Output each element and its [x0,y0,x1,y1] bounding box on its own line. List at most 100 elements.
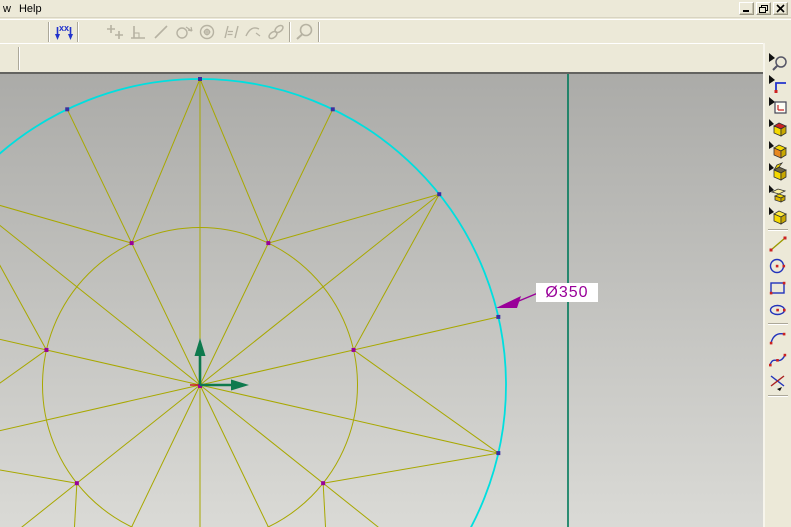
view-cube-front-button[interactable] [766,117,790,139]
view-cube-button[interactable] [766,205,790,227]
normal-to-icon [769,75,786,93]
sketch-point-outer [65,107,70,112]
minimize-button[interactable] [739,2,754,15]
parallel-relation-icon [223,25,239,38]
perpendicular-relation-button[interactable] [126,21,149,43]
application-window: w Help xx Ø350 [0,0,791,527]
radial-spoke [199,316,499,386]
sketch-plane-button[interactable] [766,95,790,117]
toolbar-separator [768,229,788,231]
view-box-open-icon [769,162,787,181]
view-cube-front-icon [769,119,787,137]
arc-tool-icon [769,332,786,345]
tooth-edge [0,469,77,484]
diameter-dimension-label[interactable]: Ø350 [536,283,598,302]
sketch-point-inner [266,241,271,246]
sketch-point-outer [496,314,501,319]
restore-icon [759,4,768,13]
concentric-relation-button[interactable] [195,21,218,43]
rectangle-tool-button[interactable] [766,277,790,299]
sketch-point-inner [129,241,134,246]
origin-y-arrowhead [194,338,206,356]
menu-item-partial[interactable]: w [0,1,17,17]
tangent-arc-relation-icon [244,26,260,36]
graphics-viewport[interactable]: Ø350 [0,74,763,527]
add-relations-icon [106,24,123,39]
circle-tool-button[interactable] [766,255,790,277]
attach-relation-icon [267,24,284,39]
tooth-edge [0,349,47,384]
smart-dimension-button[interactable]: xx [52,21,75,43]
trim-tool-button[interactable] [766,371,790,393]
add-relations-button[interactable] [103,21,126,43]
radial-spoke [199,384,269,527]
radial-spoke [131,384,201,527]
menu-bar: w Help [0,0,791,18]
tangent-relation-button[interactable] [172,21,195,43]
toolbar-separator [48,21,50,42]
line-tool-button[interactable] [766,233,790,255]
magnifier-button[interactable] [293,21,316,43]
circle-tool-icon [769,258,786,274]
radial-spoke [0,384,201,432]
tooth-edge [268,193,440,244]
line-relation-icon [153,24,168,39]
toolbar-separator [77,21,79,42]
magnifier-icon [295,23,312,40]
diameter-circle [0,78,507,527]
view-cube-shaded-button[interactable] [766,139,790,161]
sketch-point-outer [496,451,501,456]
menu-item-help[interactable]: Help [17,1,48,17]
attach-relation-button[interactable] [264,21,287,43]
sketch-canvas[interactable] [0,74,763,527]
line-tool-icon [769,236,787,252]
sketch-point-inner [74,481,79,486]
view-plate-cube-icon [769,185,787,203]
close-icon [776,3,785,13]
sketch-point-inner [44,347,49,352]
zoom-to-selection-button[interactable] [766,51,790,73]
spline-tool-button[interactable] [766,349,790,371]
sketch-point-outer [198,77,202,81]
concentric-relation-icon [199,24,214,39]
origin-x-arrowhead [231,379,249,391]
toolbar-separator [768,395,788,397]
tooth-edge [323,452,499,484]
radial-spoke [66,109,201,386]
tangent-arc-relation-button[interactable] [241,21,264,43]
parallel-relation-button[interactable] [218,21,241,43]
toolbar-separator [289,21,291,42]
normal-to-button[interactable] [766,73,790,95]
line-relation-button[interactable] [149,21,172,43]
view-cube-icon [769,207,787,225]
radial-spoke [199,384,499,454]
tooth-edge [353,193,440,351]
tangent-relation-icon [175,26,193,39]
sketch-toolbar [763,43,791,527]
restore-button[interactable] [756,2,771,15]
sketch-point-outer [437,192,442,197]
close-button[interactable] [773,2,788,15]
toolbar-relations: xx [0,19,791,43]
smart-dimension-icon: xx [54,23,73,40]
rectangle-tool-icon [769,281,786,295]
dimension-arrowhead [496,296,521,308]
sketch-point-inner [321,481,326,486]
toolbar-empty-row [0,43,763,72]
radial-spoke [21,384,201,527]
trim-tool-icon [770,375,785,391]
arc-tool-button[interactable] [766,327,790,349]
tooth-edge [0,264,47,351]
tooth-edge [199,78,269,244]
tooth-edge [353,349,499,454]
view-plate-cube-button[interactable] [766,183,790,205]
ellipse-tool-icon [769,304,786,316]
toolbar-separator [318,21,320,42]
toolbar-separator [768,323,788,325]
sketch-point-outer [330,107,335,112]
ellipse-tool-button[interactable] [766,299,790,321]
view-box-open-button[interactable] [766,161,790,183]
zoom-to-selection-icon [769,53,787,71]
view-cube-shaded-icon [769,141,787,159]
toolbar-handle[interactable] [18,47,20,70]
